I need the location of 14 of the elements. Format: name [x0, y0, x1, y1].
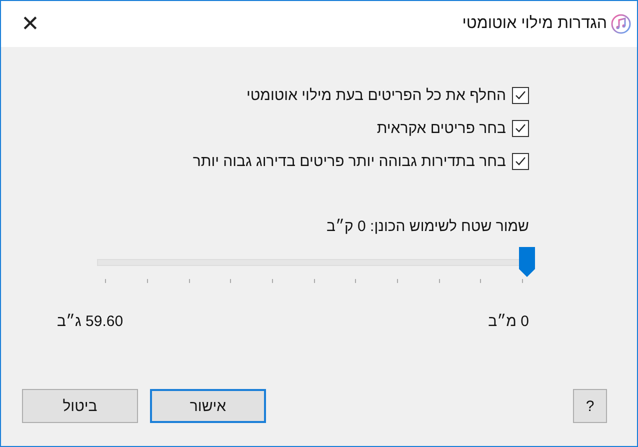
cancel-button[interactable]: ביטול: [22, 389, 138, 423]
window-title: הגדרות מילוי אוטומטי: [461, 15, 607, 33]
max-label: 59.60 ג״ב: [57, 313, 124, 330]
slider-thumb[interactable]: [519, 247, 535, 277]
checkbox-label: בחר פריטים אקראית: [376, 120, 506, 137]
min-label: 0 מ״ב: [488, 313, 529, 330]
slider-label: שמור שטח לשימוש הכונן: 0 ק״ב: [325, 218, 529, 235]
checkbox-label: בחר בתדירות גבוהה יותר פריטים בדירוג גבוה יותר: [192, 153, 506, 170]
slider-track[interactable]: [97, 247, 535, 277]
music-note-icon: [611, 14, 631, 34]
close-button[interactable]: ✕: [17, 11, 44, 37]
checkbox-label: החלף את כל הפריטים בעת מילוי אוטומטי: [246, 87, 506, 104]
help-button[interactable]: ?: [573, 389, 607, 423]
ok-button[interactable]: אישור: [150, 389, 266, 423]
